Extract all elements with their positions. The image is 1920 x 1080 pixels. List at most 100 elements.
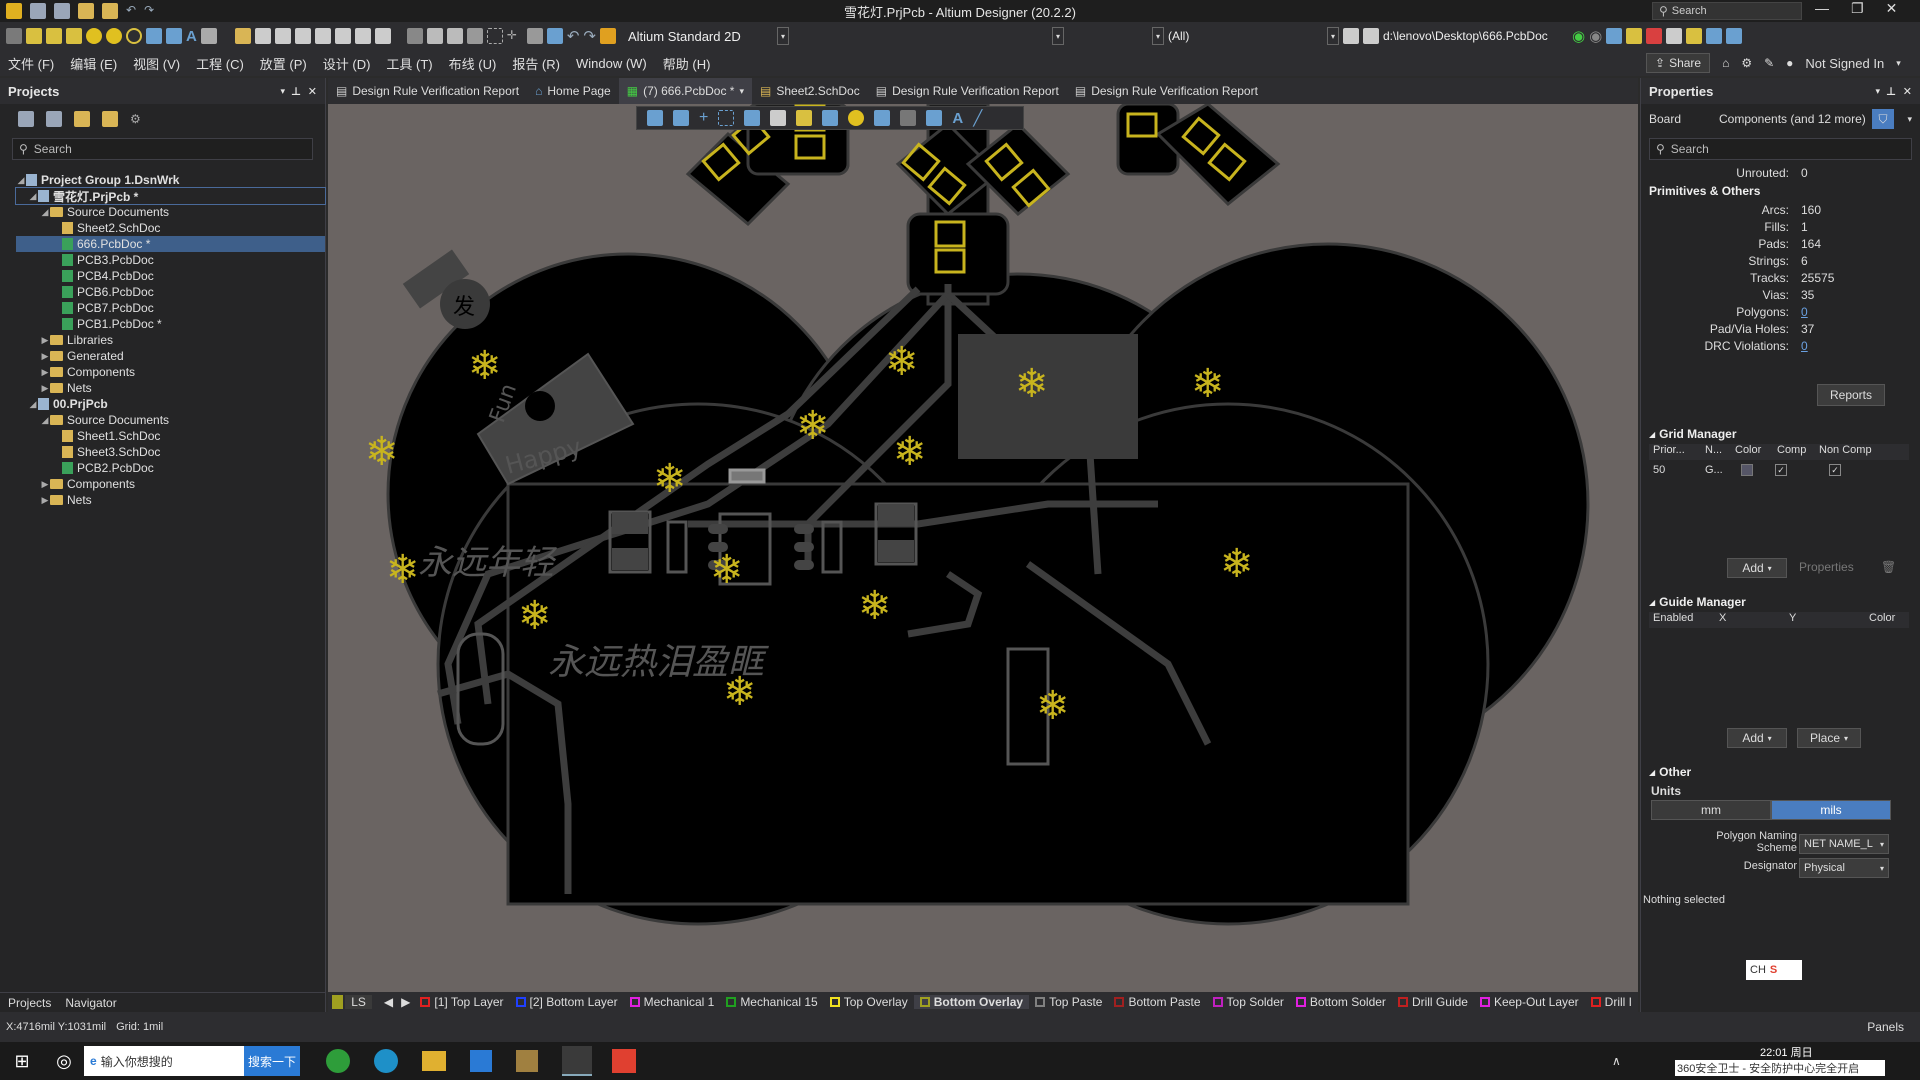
panel-menu-icon[interactable]: ▾ bbox=[1875, 86, 1880, 97]
projects-search-input[interactable]: ⚲ Search bbox=[12, 138, 313, 160]
tab-drc-report-2[interactable]: ▤ Design Rule Verification Report bbox=[868, 78, 1067, 104]
component-icon[interactable] bbox=[200, 28, 217, 44]
fill-icon[interactable] bbox=[146, 28, 162, 44]
guide-add-button[interactable]: Add ▾ bbox=[1727, 728, 1787, 748]
layer-tab[interactable]: Mechanical 1 bbox=[624, 995, 721, 1009]
tab-home-page[interactable]: ⌂ Home Page bbox=[527, 78, 619, 104]
primitive-link[interactable]: 0 bbox=[1801, 339, 1808, 353]
taskbar-app-360browser-icon[interactable] bbox=[326, 1049, 350, 1073]
tree-item[interactable]: PCB4.PcbDoc bbox=[16, 268, 325, 284]
360-icon[interactable]: ◎ bbox=[44, 1051, 84, 1072]
view-mode-dropdown-icon[interactable]: ▾ bbox=[777, 27, 789, 45]
other-section-title[interactable]: ◢ Other bbox=[1641, 762, 1920, 782]
zoom-conflict-icon[interactable] bbox=[374, 28, 391, 44]
clear-filter-icon[interactable] bbox=[546, 28, 563, 44]
layer-tab[interactable]: Drill I bbox=[1585, 995, 1638, 1009]
tree-item[interactable]: ◢ 雪花灯.PrjPcb * bbox=[15, 187, 326, 205]
tree-item[interactable]: PCB7.PcbDoc bbox=[16, 300, 325, 316]
tree-item[interactable]: ◢ Project Group 1.DsnWrk bbox=[16, 172, 325, 188]
expand-caret-icon[interactable]: ▶ bbox=[40, 479, 50, 490]
menu-help[interactable]: 帮助 (H) bbox=[655, 54, 719, 73]
user-icon[interactable]: ● bbox=[1786, 56, 1793, 70]
menu-edit[interactable]: 编辑 (E) bbox=[62, 54, 125, 73]
tab-sheet2[interactable]: ▤ Sheet2.SchDoc bbox=[752, 78, 868, 104]
filter-all-select[interactable]: (All) bbox=[1168, 29, 1323, 43]
layer-tab[interactable]: Top Paste bbox=[1029, 995, 1108, 1009]
filter-icon[interactable]: ⛉ bbox=[1872, 109, 1894, 129]
tab-drc-report-3[interactable]: ▤ Design Rule Verification Report bbox=[1067, 78, 1266, 104]
place-plus-icon[interactable]: + bbox=[699, 109, 708, 127]
route-tool-icon[interactable] bbox=[673, 110, 689, 126]
layer-tab[interactable]: Top Solder bbox=[1207, 995, 1290, 1009]
panel-close-icon[interactable]: ✕ bbox=[1903, 85, 1912, 98]
signin-dropdown-icon[interactable]: ▾ bbox=[1896, 58, 1901, 69]
copy-icon[interactable] bbox=[426, 28, 443, 44]
project-settings-icon[interactable]: ⚙ bbox=[130, 112, 141, 126]
clock[interactable]: 22:01 周日 bbox=[1760, 1044, 1813, 1060]
layer-tab[interactable]: Bottom Overlay bbox=[913, 995, 1030, 1009]
layer-tab[interactable]: [2] Bottom Layer bbox=[510, 995, 624, 1009]
reports-button[interactable]: Reports bbox=[1817, 384, 1885, 406]
menu-project[interactable]: 工程 (C) bbox=[188, 54, 252, 73]
layer-set-icon[interactable] bbox=[1626, 28, 1643, 44]
col-color[interactable]: Color bbox=[1735, 444, 1777, 460]
tree-item[interactable]: ▶ Nets bbox=[16, 492, 325, 508]
length-tune-icon[interactable] bbox=[822, 110, 839, 126]
filter-dropdown-icon[interactable]: ▾ bbox=[1907, 114, 1912, 125]
zoom-area-icon[interactable] bbox=[334, 28, 351, 44]
path-field[interactable]: d:\lenovo\Desktop\666.PcbDoc bbox=[1383, 29, 1568, 43]
tree-item[interactable]: PCB2.PcbDoc bbox=[16, 460, 325, 476]
grid-delete-icon[interactable]: 🗑 bbox=[1881, 560, 1896, 574]
tree-item[interactable]: ◢ Source Documents bbox=[16, 204, 325, 220]
tree-item[interactable]: PCB3.PcbDoc bbox=[16, 252, 325, 268]
primitive-link[interactable]: 0 bbox=[1801, 305, 1808, 319]
tree-item[interactable]: ▶ Generated bbox=[16, 348, 325, 364]
dimension-icon[interactable] bbox=[926, 110, 943, 126]
tree-item[interactable]: ▶ Components bbox=[16, 476, 325, 492]
layer-tab[interactable]: Mechanical 15 bbox=[720, 995, 823, 1009]
compile-icon[interactable] bbox=[46, 111, 62, 127]
tree-item[interactable]: ▶ Nets bbox=[16, 380, 325, 396]
undo2-icon[interactable]: ↶ bbox=[567, 27, 580, 45]
menu-window[interactable]: Window (W) bbox=[568, 56, 655, 71]
tab-dropdown-icon[interactable]: ▾ bbox=[739, 86, 744, 97]
save-all-icon[interactable] bbox=[54, 3, 70, 19]
expand-caret-icon[interactable]: ▶ bbox=[40, 495, 50, 506]
ime-widget[interactable]: CH S bbox=[1746, 960, 1802, 980]
open-doc-icon[interactable] bbox=[234, 28, 251, 44]
tab-pcb-666[interactable]: ▦ (7) 666.PcbDoc * ▾ bbox=[618, 78, 752, 104]
select-area-icon[interactable] bbox=[486, 28, 503, 44]
unit-mm-button[interactable]: mm bbox=[1651, 800, 1771, 820]
save-project-icon[interactable] bbox=[18, 111, 34, 127]
tree-item[interactable]: 666.PcbDoc * bbox=[16, 236, 325, 252]
redo-icon[interactable]: ↷ bbox=[144, 3, 154, 19]
multi-route-icon[interactable] bbox=[66, 28, 82, 44]
col-noncomp[interactable]: Non Comp bbox=[1819, 444, 1879, 460]
grid-add-button[interactable]: Add ▾ bbox=[1727, 558, 1787, 578]
zoom-tool-icon[interactable] bbox=[1343, 28, 1359, 44]
settings-icon[interactable]: ⚙ bbox=[1741, 56, 1752, 70]
maximize-icon[interactable]: ❐ bbox=[1851, 0, 1864, 17]
layer-scroll-right-icon[interactable]: ▶ bbox=[397, 995, 414, 1009]
save-icon[interactable] bbox=[30, 3, 46, 19]
col-enabled[interactable]: Enabled bbox=[1649, 612, 1719, 628]
zoom-fit-icon[interactable] bbox=[314, 28, 331, 44]
menu-tools[interactable]: 工具 (T) bbox=[378, 54, 440, 73]
expand-caret-icon[interactable]: ◢ bbox=[28, 191, 38, 202]
grid-color-swatch[interactable] bbox=[1741, 464, 1753, 476]
guide-manager-title[interactable]: ◢ Guide Manager bbox=[1641, 592, 1920, 612]
layer-tab[interactable]: [1] Top Layer bbox=[414, 995, 509, 1009]
designator-select[interactable]: Physical ▾ bbox=[1799, 858, 1889, 878]
all-dropdown-icon[interactable]: ▾ bbox=[1152, 27, 1164, 45]
close-icon[interactable]: ✕ bbox=[1886, 0, 1898, 17]
route-icon[interactable] bbox=[6, 28, 22, 44]
col-name[interactable]: N... bbox=[1705, 444, 1735, 460]
filter-icon[interactable] bbox=[647, 110, 663, 126]
redo2-icon[interactable]: ↷ bbox=[583, 27, 596, 45]
windows-start-icon[interactable]: ⊞ bbox=[0, 1051, 44, 1072]
tree-item[interactable]: ▶ Components bbox=[16, 364, 325, 380]
pin-icon[interactable]: ⊥ bbox=[291, 85, 301, 98]
layer-scroll-left-icon[interactable]: ◀ bbox=[380, 995, 397, 1009]
line-tool-icon[interactable]: ╱ bbox=[973, 109, 982, 127]
grid-row[interactable]: 50 G... ✓ ✓ bbox=[1649, 462, 1909, 478]
